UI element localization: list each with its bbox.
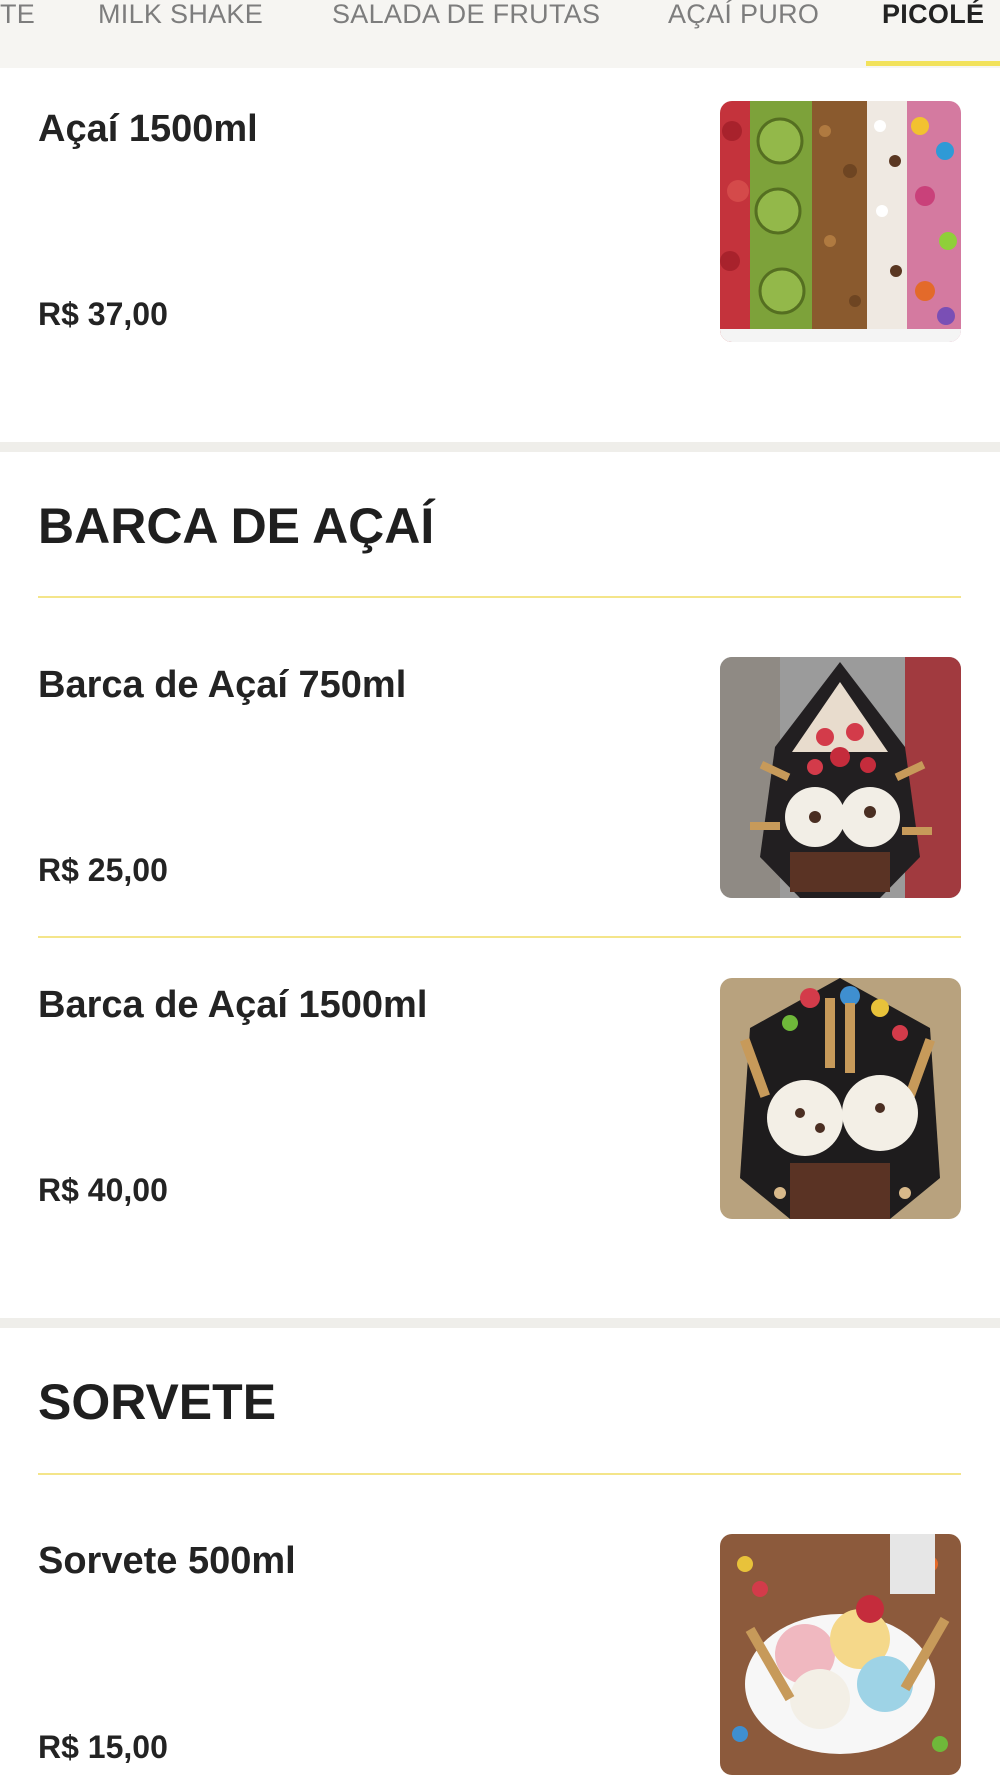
item-photo [720,978,961,1219]
active-tab-indicator [866,61,1000,66]
item-price: R$ 37,00 [38,296,168,332]
tab-te[interactable]: TE [0,0,35,68]
tab-acai-puro[interactable]: AÇAÍ PURO [668,0,819,68]
tab-milk-shake[interactable]: MILK SHAKE [98,0,263,68]
item-photo [720,657,961,898]
item-name: Barca de Açaí 1500ml [38,984,428,1026]
menu-item-sorvete-500ml[interactable]: Sorvete 500ml R$ 15,00 [0,1475,1000,1778]
item-photo [720,101,961,342]
item-price: R$ 40,00 [38,1172,168,1208]
menu-item-barca-750ml[interactable]: Barca de Açaí 750ml R$ 25,00 [0,598,1000,938]
section-separator [0,1318,1000,1328]
menu-item-acai-1500ml[interactable]: Açaí 1500ml R$ 37,00 [0,68,1000,442]
item-name: Barca de Açaí 750ml [38,664,407,706]
item-price: R$ 25,00 [38,852,168,888]
menu-item-barca-1500ml[interactable]: Barca de Açaí 1500ml R$ 40,00 [0,938,1000,1318]
category-tab-bar: TE MILK SHAKE SALADA DE FRUTAS AÇAÍ PURO… [0,0,1000,68]
tab-salada-de-frutas[interactable]: SALADA DE FRUTAS [332,0,600,68]
tab-picole[interactable]: PICOLÉ [882,0,984,68]
item-name: Açaí 1500ml [38,108,258,150]
section-separator [0,442,1000,452]
section-title-barca-de-acai: BARCA DE AÇAÍ [38,498,435,554]
section-title-sorvete: SORVETE [38,1374,277,1430]
item-photo [720,1534,961,1775]
item-name: Sorvete 500ml [38,1540,296,1582]
item-price: R$ 15,00 [38,1729,168,1765]
